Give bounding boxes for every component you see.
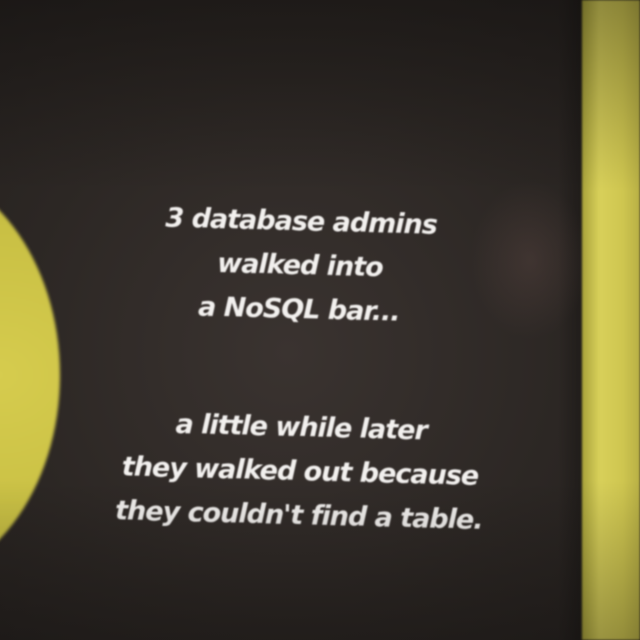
photo: 3 database admins walked into a NoSQL ba… [0,0,640,640]
joke-punchline: a little while later they walked out bec… [78,400,521,543]
joke-setup: 3 database admins walked into a NoSQL ba… [78,194,521,337]
yellow-side-strip [582,0,640,640]
yellow-circle-graphic [0,165,60,585]
